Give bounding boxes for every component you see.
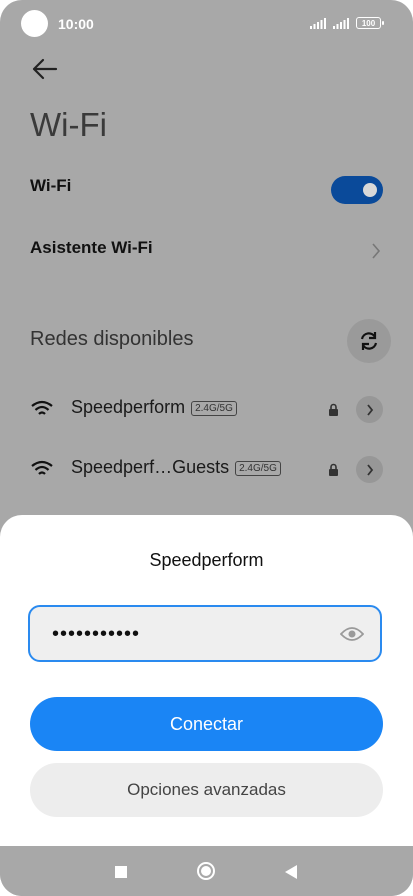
dialog-title: Speedperform [149,550,264,570]
refresh-button[interactable] [347,319,391,363]
wifi-signal-icon [31,400,53,415]
password-input[interactable]: ••••••••••• [28,605,382,662]
screen: 10:00 100 Wi-Fi Wi-Fi Asistente Wi-Fi Re… [0,0,413,896]
eye-icon[interactable] [340,625,364,643]
network-row[interactable]: Speedperf…Guests 2.4G/5G [30,456,383,486]
advanced-options-button[interactable]: Opciones avanzadas [30,763,383,817]
wifi-toggle-switch[interactable] [331,176,383,204]
signal-icon [310,17,326,29]
network-details-button[interactable] [356,456,383,483]
lock-icon [329,403,338,416]
password-dialog: Speedperform ••••••••••• Conectar Opcion… [0,515,413,846]
wifi-toggle-label: Wi-Fi [30,176,72,195]
band-badge: 2.4G/5G [235,461,281,476]
status-bar: 10:00 100 [0,0,413,48]
available-networks-label: Redes disponibles [30,328,194,350]
network-ssid: Speedperform [71,397,186,417]
back-icon[interactable] [285,865,297,879]
toggle-knob [363,183,377,197]
wifi-signal-icon [31,460,53,475]
battery-level: 100 [361,18,376,28]
network-ssid: Speedperf…Guests [71,457,230,477]
status-time: 10:00 [58,16,94,32]
camera-cutout [21,10,48,37]
chevron-right-icon [366,403,373,416]
wifi-assistant-label: Asistente Wi-Fi [30,238,153,257]
refresh-icon [360,332,378,350]
password-value: ••••••••••• [52,623,141,645]
chevron-right-icon [372,243,381,259]
wifi-assistant-row[interactable]: Asistente Wi-Fi [30,238,383,268]
status-icons: 100 [310,17,384,29]
recents-icon[interactable] [115,866,127,878]
lock-icon [329,463,338,476]
band-badge: 2.4G/5G [191,401,237,416]
signal-icon [333,17,349,29]
back-arrow-icon[interactable] [30,56,60,82]
navigation-bar [0,846,413,896]
network-row[interactable]: Speedperform 2.4G/5G [30,396,383,426]
wifi-toggle-row[interactable]: Wi-Fi [30,176,383,206]
network-name: Speedperf…Guests 2.4G/5G [71,457,281,478]
network-name: Speedperform 2.4G/5G [71,397,237,418]
home-icon[interactable] [197,862,215,880]
connect-button[interactable]: Conectar [30,697,383,751]
battery-icon: 100 [356,17,384,29]
chevron-right-icon [366,463,373,476]
page-title: Wi-Fi [30,106,107,143]
network-details-button[interactable] [356,396,383,423]
